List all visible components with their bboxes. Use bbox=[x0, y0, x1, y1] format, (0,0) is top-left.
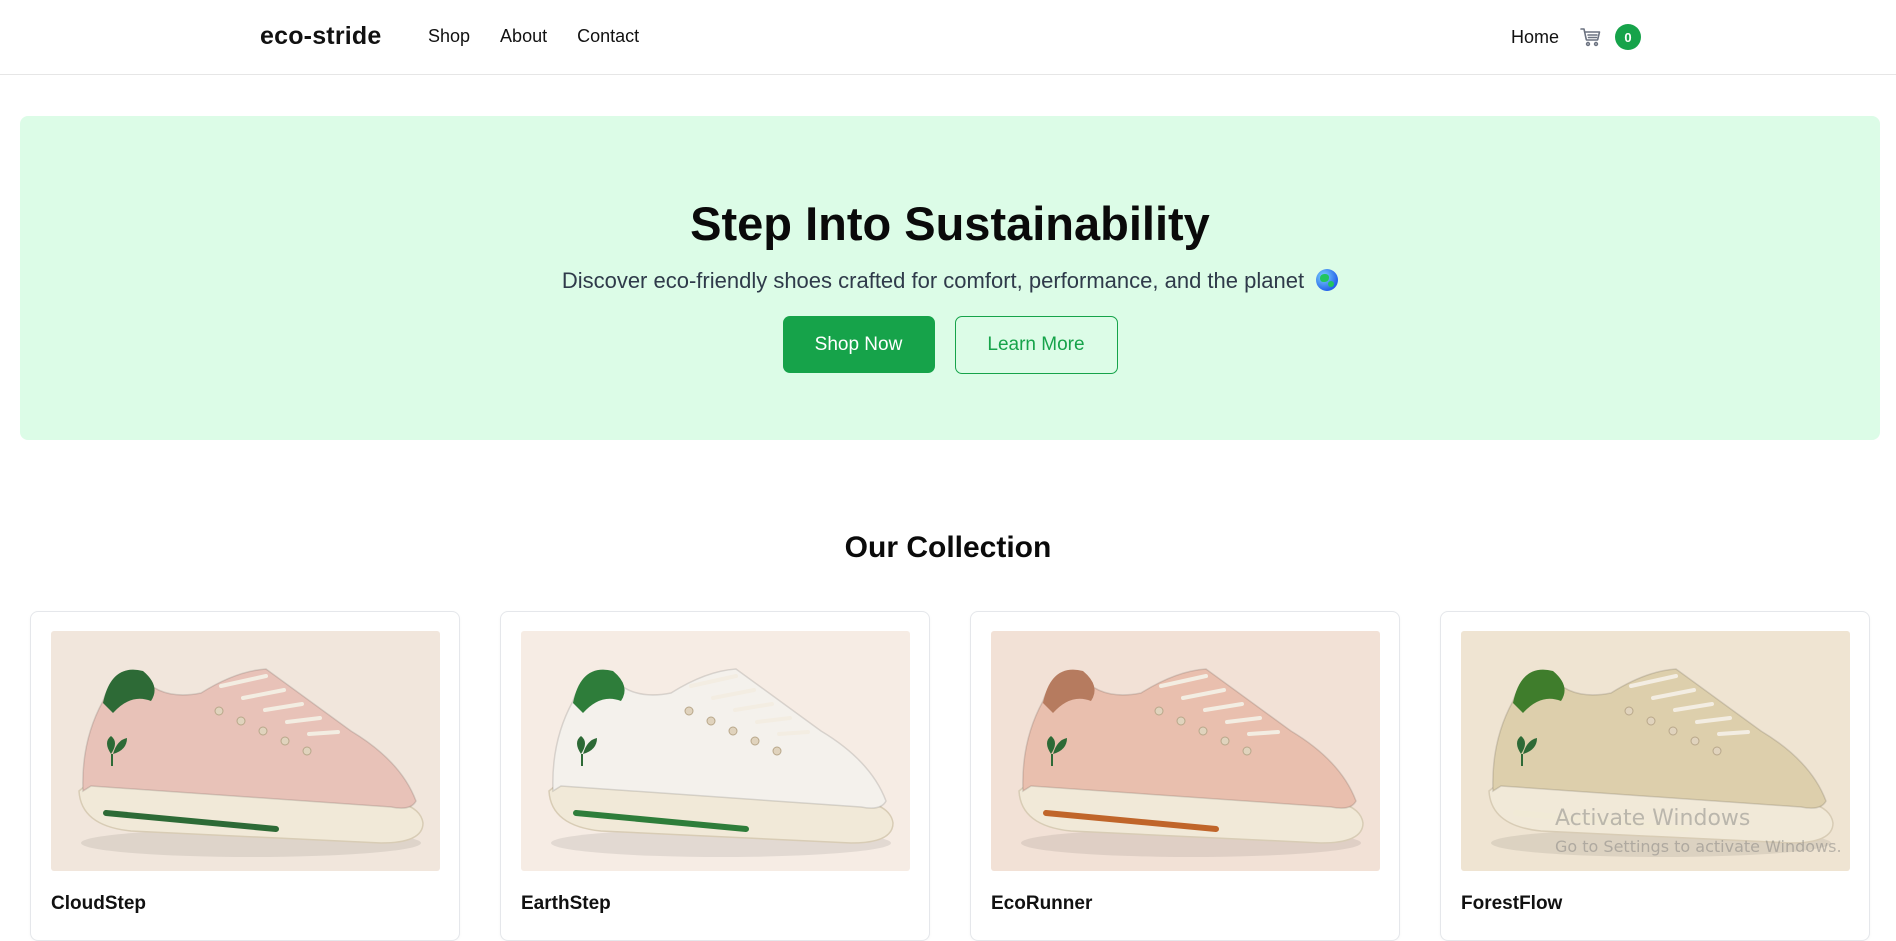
watermark-subtitle: Go to Settings to activate Windows. bbox=[1555, 837, 1842, 856]
hero-subtitle: Discover eco-friendly shoes crafted for … bbox=[20, 268, 1880, 294]
lace-eyelet bbox=[1668, 726, 1678, 736]
cart-icon[interactable] bbox=[1579, 25, 1603, 49]
lace-eyelet bbox=[706, 716, 716, 726]
watermark-title: Activate Windows bbox=[1555, 806, 1751, 831]
product-name: EcoRunner bbox=[991, 893, 1093, 914]
lace-eyelet bbox=[258, 726, 268, 736]
globe-icon bbox=[1316, 269, 1339, 291]
lace-eyelet bbox=[1198, 726, 1208, 736]
navbar: eco-stride Shop About Contact Home 0 bbox=[0, 0, 1896, 75]
shoe-lace bbox=[1717, 730, 1750, 736]
nav-right: Home 0 bbox=[1511, 24, 1642, 50]
nav-links: Shop About Contact bbox=[428, 26, 639, 47]
nav-link-shop[interactable]: Shop bbox=[428, 26, 470, 47]
hero-title: Step Into Sustainability bbox=[690, 197, 1210, 250]
lace-eyelet bbox=[1154, 706, 1164, 716]
lace-eyelet bbox=[1624, 706, 1634, 716]
lace-eyelet bbox=[1646, 716, 1656, 726]
product-card[interactable]: EcoRunner bbox=[970, 611, 1400, 941]
product-image bbox=[521, 631, 910, 871]
lace-eyelet bbox=[684, 706, 694, 716]
brand-logo[interactable]: eco-stride bbox=[260, 22, 381, 51]
nav-link-about[interactable]: About bbox=[500, 26, 547, 47]
shoe-lace bbox=[307, 730, 340, 736]
product-grid: CloudStep EarthStep EcoRunner ForestFlow bbox=[30, 611, 1870, 941]
lace-eyelet bbox=[302, 746, 312, 756]
lace-eyelet bbox=[772, 746, 782, 756]
product-name: CloudStep bbox=[51, 893, 146, 914]
learn-more-button[interactable]: Learn More bbox=[954, 316, 1118, 374]
shoe-lace bbox=[777, 730, 810, 736]
collection-title: Our Collection bbox=[844, 531, 1052, 564]
lace-eyelet bbox=[236, 716, 246, 726]
hero-banner: Step Into Sustainability Discover eco-fr… bbox=[20, 116, 1880, 440]
hero-buttons: Shop Now Learn More bbox=[20, 316, 1880, 374]
nav-link-home[interactable]: Home bbox=[1511, 27, 1559, 48]
lace-eyelet bbox=[1176, 716, 1186, 726]
lace-eyelet bbox=[1690, 736, 1700, 746]
product-name: ForestFlow bbox=[1461, 893, 1563, 914]
cart-count-badge: 0 bbox=[1615, 24, 1642, 50]
shoe-lace bbox=[1247, 730, 1280, 736]
lace-eyelet bbox=[1712, 746, 1722, 756]
product-image bbox=[51, 631, 440, 871]
shop-now-button[interactable]: Shop Now bbox=[782, 316, 935, 373]
lace-eyelet bbox=[728, 726, 738, 736]
lace-eyelet bbox=[1242, 746, 1252, 756]
product-name: EarthStep bbox=[521, 893, 611, 914]
product-card[interactable]: ForestFlow bbox=[1440, 611, 1870, 941]
nav-link-contact[interactable]: Contact bbox=[577, 26, 639, 47]
windows-activation-watermark: Activate Windows Go to Settings to activ… bbox=[1555, 806, 1842, 856]
hero-subtitle-text: Discover eco-friendly shoes crafted for … bbox=[561, 268, 1305, 293]
product-card[interactable]: EarthStep bbox=[500, 611, 930, 941]
product-card[interactable]: CloudStep bbox=[30, 611, 460, 941]
lace-eyelet bbox=[1220, 736, 1230, 746]
lace-eyelet bbox=[750, 736, 760, 746]
product-image bbox=[991, 631, 1380, 871]
lace-eyelet bbox=[214, 706, 224, 716]
lace-eyelet bbox=[280, 736, 290, 746]
